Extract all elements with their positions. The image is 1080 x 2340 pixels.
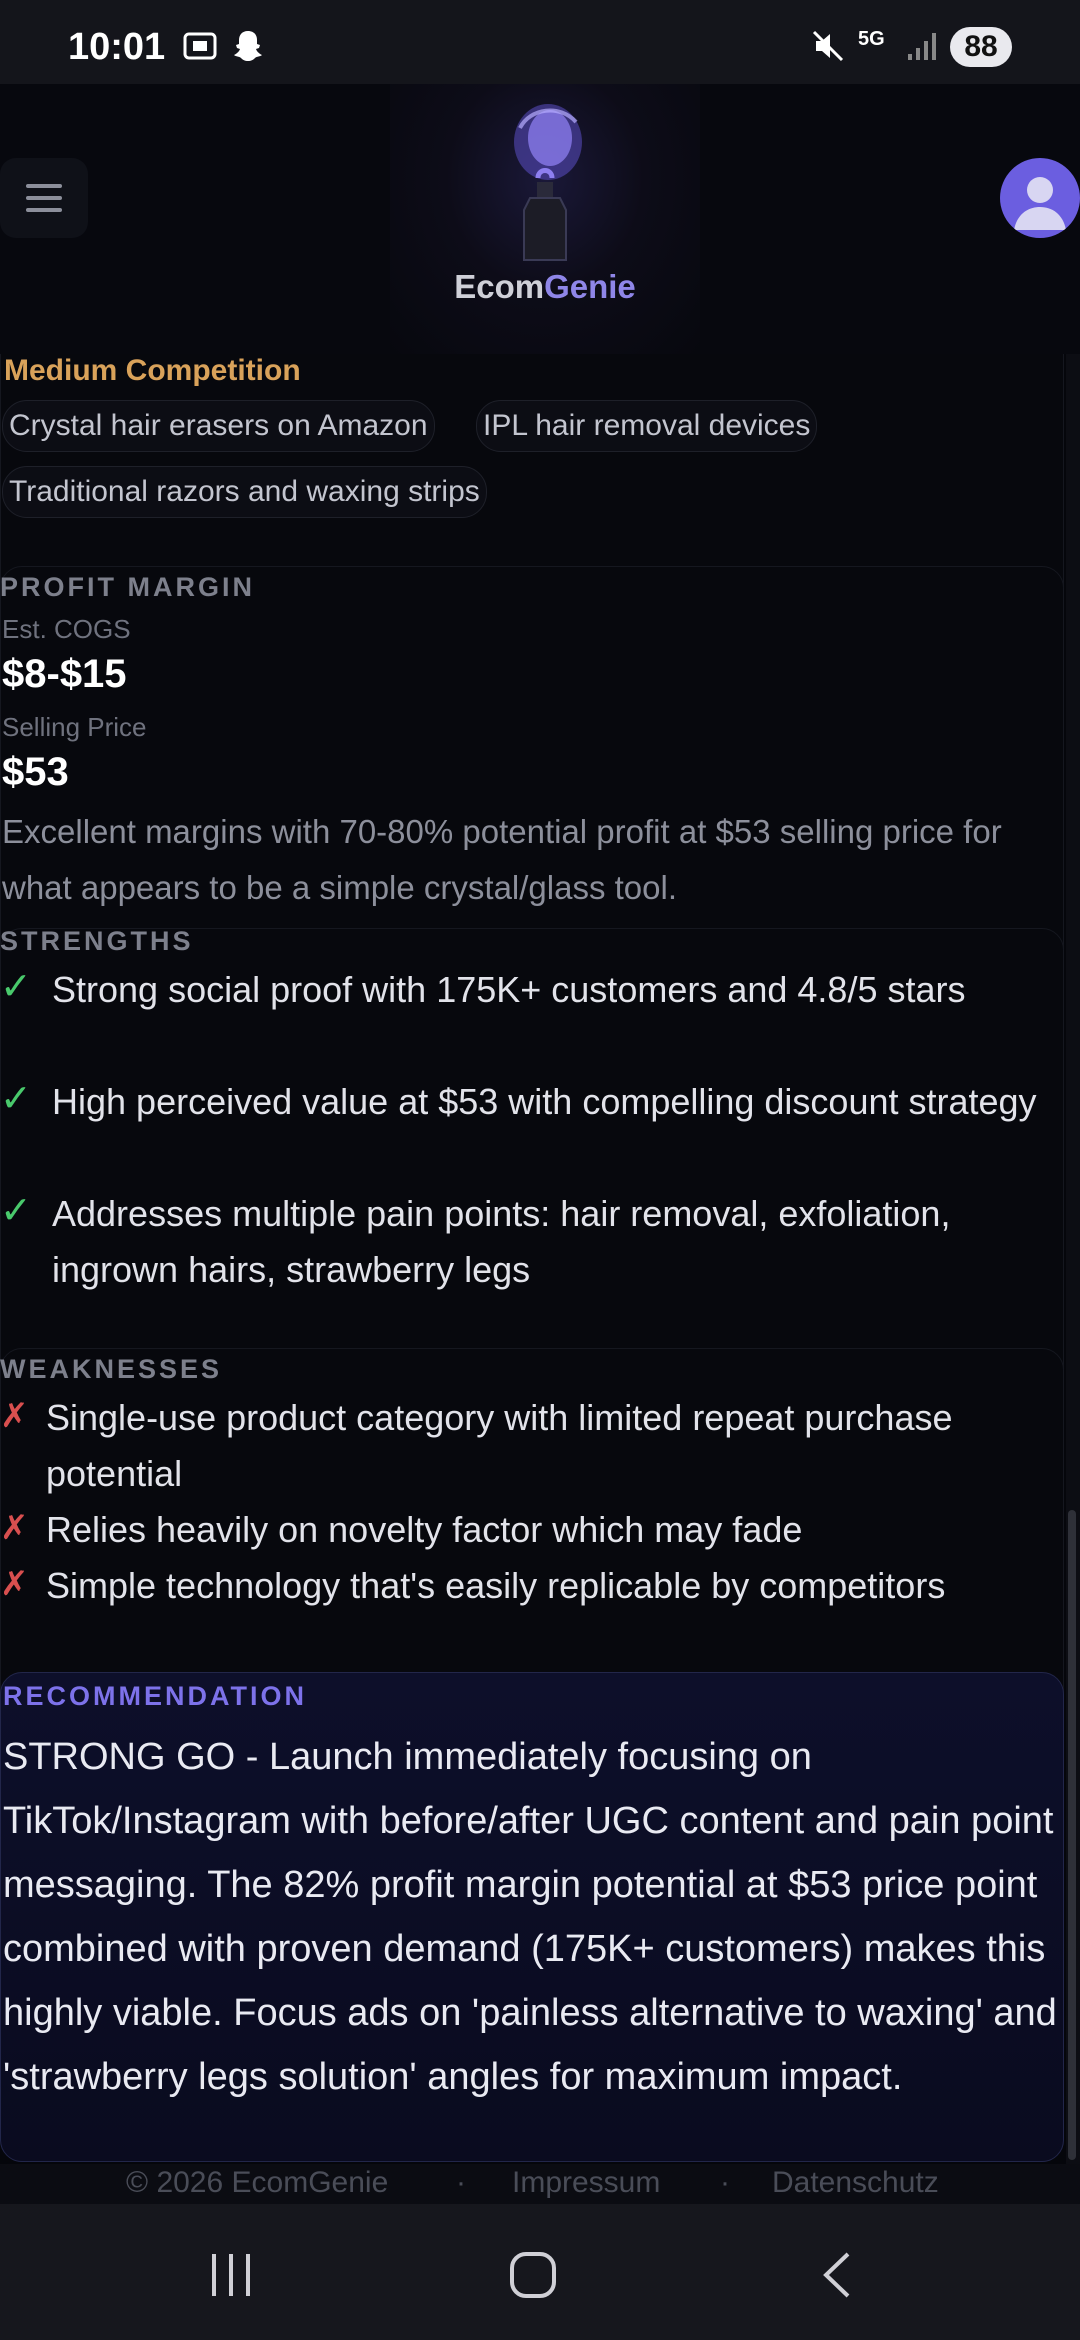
status-time: 10:01 bbox=[68, 26, 166, 68]
selling-price-label: Selling Price bbox=[2, 712, 147, 742]
cogs-label: Est. COGS bbox=[2, 614, 131, 644]
menu-icon bbox=[26, 184, 62, 188]
cross-icon: ✗ bbox=[0, 1397, 29, 1435]
footer-copyright: © 2026 EcomGenie bbox=[126, 2166, 389, 2199]
competitor-tag: IPL hair removal devices bbox=[476, 400, 818, 452]
home-icon[interactable] bbox=[508, 2250, 558, 2300]
battery-indicator: 88 bbox=[950, 27, 1012, 67]
analysis-content[interactable]: Medium Competition Crystal hair erasers … bbox=[0, 354, 1066, 2164]
mute-icon bbox=[812, 30, 844, 62]
competitor-tag: Traditional razors and waxing strips bbox=[2, 466, 487, 518]
competitor-tag: Crystal hair erasers on Amazon bbox=[2, 400, 435, 452]
footer: © 2026 EcomGenie · Impressum · Datenschu… bbox=[0, 2164, 1080, 2204]
privacy-link[interactable]: Datenschutz bbox=[772, 2166, 939, 2200]
scrollbar-thumb[interactable] bbox=[1068, 1510, 1076, 2160]
snapchat-icon bbox=[234, 31, 262, 61]
weaknesses-heading: WEAKNESSES bbox=[0, 1354, 223, 1384]
weakness-item: Relies heavily on novelty factor which m… bbox=[46, 1509, 803, 1550]
imprint-link[interactable]: Impressum bbox=[512, 2166, 660, 2200]
recommendation-heading: RECOMMENDATION bbox=[3, 1681, 307, 1711]
check-icon: ✓ bbox=[0, 1190, 32, 1232]
strength-item: Addresses multiple pain points: hair rem… bbox=[52, 1193, 951, 1290]
network-type: 5G bbox=[858, 28, 885, 50]
weakness-item: Simple technology that's easily replicab… bbox=[46, 1565, 946, 1606]
strength-item: High perceived value at $53 with compell… bbox=[52, 1081, 1037, 1122]
selling-price-value: $53 bbox=[2, 750, 69, 794]
user-icon bbox=[1014, 177, 1066, 230]
logo-text: EcomGenie bbox=[454, 268, 636, 305]
cross-icon: ✗ bbox=[0, 1565, 29, 1603]
check-icon: ✓ bbox=[0, 966, 32, 1008]
strengths-heading: STRENGTHS bbox=[0, 926, 194, 956]
weakness-item: Single-use product category with limited… bbox=[46, 1397, 953, 1494]
check-icon: ✓ bbox=[0, 1078, 32, 1120]
recommendation-card: RECOMMENDATION STRONG GO - Launch immedi… bbox=[0, 1672, 1064, 2162]
status-bar: 10:01 5G 88 bbox=[0, 0, 1080, 84]
system-nav-bar bbox=[0, 2204, 1080, 2340]
competition-level: Medium Competition bbox=[4, 354, 301, 387]
signal-icon bbox=[908, 33, 936, 60]
back-icon[interactable] bbox=[816, 2250, 860, 2300]
logo[interactable]: EcomGenie bbox=[390, 84, 700, 354]
strength-item: Strong social proof with 175K+ customers… bbox=[52, 969, 966, 1010]
profit-margin-heading: PROFIT MARGIN bbox=[0, 572, 255, 602]
recommendation-text: STRONG GO - Launch immediately focusing … bbox=[3, 1736, 1057, 2098]
screenshot-icon bbox=[183, 32, 217, 60]
cross-icon: ✗ bbox=[0, 1509, 29, 1547]
cogs-value: $8-$15 bbox=[2, 652, 127, 696]
footer-separator: · bbox=[720, 2166, 730, 2199]
recent-apps-icon[interactable] bbox=[206, 2250, 256, 2300]
footer-separator: · bbox=[456, 2166, 466, 2199]
menu-button[interactable] bbox=[0, 158, 88, 238]
margin-note: Excellent margins with 70-80% potential … bbox=[2, 813, 1002, 906]
user-avatar[interactable] bbox=[1000, 158, 1080, 238]
genie-bottle-icon bbox=[514, 104, 582, 261]
